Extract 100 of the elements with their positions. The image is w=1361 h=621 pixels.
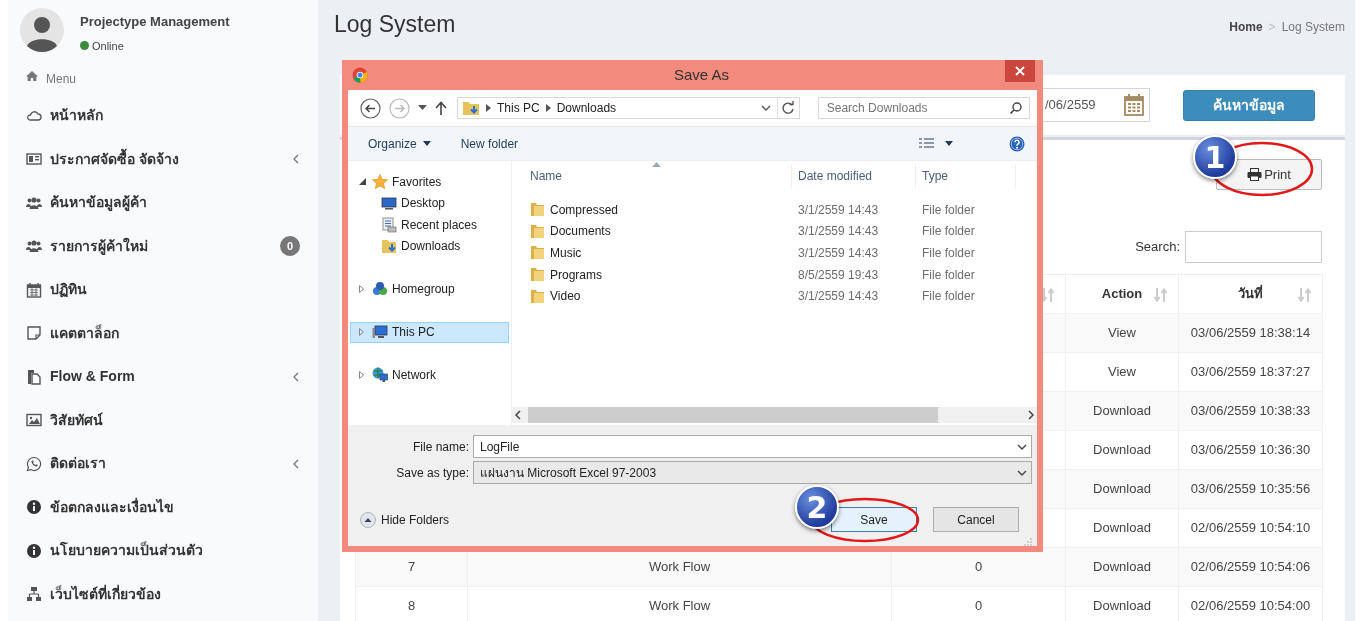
folder-icon [530,223,545,239]
folder-icon [530,267,545,283]
sidebar-item[interactable]: แคตตาล็อก [8,311,318,355]
address-segment[interactable]: Downloads [556,99,617,117]
tree-item[interactable]: Desktop [350,192,509,214]
table-cell: 03/06/2559 10:38:33 [1190,403,1311,419]
back-button[interactable] [360,97,381,119]
view-options-button[interactable] [919,137,953,150]
desktop-icon [381,195,397,212]
sort-icon [1154,287,1168,303]
scroll-right-icon [1025,410,1037,420]
sidebar-item-label: แคตตาล็อก [50,323,120,343]
sidebar-item-label: รายการผู้ค้าใหม่ [50,236,149,257]
file-name-field[interactable]: LogFile [473,435,1032,458]
table-cell: Download [1093,520,1151,536]
sidebar-item-label: ข้อตกลงและเงื่อนไข [50,496,175,517]
sidebar-item[interactable]: วิสัยทัศน์ [8,398,318,442]
expand-arrow-icon[interactable] [359,328,364,337]
breadcrumb-separator: > [1268,19,1276,36]
table-cell: 03/06/2559 10:36:30 [1190,442,1311,458]
recent-places-icon [381,216,397,233]
folder-icon [530,202,545,218]
address-bar[interactable]: This PC Downloads [457,97,800,119]
file-row[interactable]: Documents 3/1/2559 14:43 File folder [512,220,1037,243]
dropdown-icon[interactable] [760,105,771,111]
collapse-arrow-icon[interactable] [359,178,366,186]
table-cell: 03/06/2559 18:38:14 [1190,325,1311,341]
printer-icon [1247,168,1263,181]
avatar [20,8,64,52]
table-cell: View [1108,364,1136,380]
caret-icon [945,141,953,146]
search-field[interactable]: Search Downloads [817,97,1030,119]
sidebar-item[interactable]: รายการผู้ค้าใหม่ 0 [8,224,318,268]
sidebar-item[interactable]: ประกาศจัดซื้อ จัดจ้าง [8,137,318,181]
column-header[interactable]: วันที่ [1238,286,1263,302]
dialog-button[interactable]: Save [831,507,917,532]
search-field[interactable] [1185,231,1322,263]
scrollbar[interactable] [512,407,1037,423]
status-text: Online [92,38,124,54]
sidebar-item[interactable]: หน้าหลัก [8,94,318,138]
sidebar-item-label: ปฏิทิน [50,280,88,300]
column-header[interactable]: Type [922,167,948,185]
close-button[interactable] [1005,60,1035,82]
dropdown-icon [1017,469,1027,476]
help-icon[interactable] [1009,135,1025,152]
search-button[interactable]: ค้นหาข้อมูล [1183,89,1315,121]
sidebar-item[interactable]: ปฏิทิน [8,268,318,312]
table-cell: 03/06/2559 10:35:56 [1190,481,1311,497]
info-icon [26,542,42,559]
table-cell: 0 [974,598,983,614]
sidebar-item[interactable]: เว็บไซต์ที่เกี่ยวข้อง [8,572,318,616]
hide-folders-button[interactable]: Hide Folders [360,510,450,529]
address-segment[interactable]: This PC [497,99,540,117]
dropdown-icon [1017,443,1027,450]
up-arrow-icon[interactable] [435,101,447,115]
homegroup-icon [372,281,388,298]
tree-item[interactable]: Homegroup [350,278,509,300]
sitemap-icon [26,586,42,603]
scroll-left-icon [512,410,524,420]
column-header[interactable]: Date modified [798,167,873,185]
file-type-dropdown[interactable]: แผ่นงาน Microsoft Excel 97-2003 [473,461,1032,484]
tree-item[interactable]: Recent places [350,214,509,236]
network-icon [372,367,388,384]
column-header[interactable]: Action [1101,286,1143,302]
sidebar-item[interactable]: นโยบายความเป็นส่วนตัว [8,529,318,573]
sidebar-item[interactable]: ติดต่อเรา [8,442,318,486]
sidebar-item[interactable]: ค้นหาข้อมูลผู้ค้า [8,181,318,225]
table-cell: Download [1093,559,1151,575]
sidebar-item-label: ประกาศจัดซื้อ จัดจ้าง [50,148,180,169]
sidebar-item-label: ติดต่อเรา [50,454,107,474]
sidebar-item-label: เว็บไซต์ที่เกี่ยวข้อง [50,583,162,604]
toolbar-button[interactable]: New folder [460,134,519,153]
folder-icon [530,245,545,261]
tree-item[interactable]: This PC [350,321,509,343]
newspaper-icon [26,151,42,168]
sort-icon [1298,287,1312,303]
folder-icon [462,99,480,117]
search-label: Search: [1135,238,1180,257]
expand-arrow-icon[interactable] [359,285,364,294]
sidebar-item[interactable]: ข้อตกลงและเงื่อนไข [8,485,318,529]
tree-item[interactable]: Network [350,364,509,386]
download-folder-icon [381,238,397,255]
dialog-button[interactable]: Cancel [933,507,1019,532]
table-cell: Download [1093,442,1151,458]
toolbar-button[interactable]: Organize [368,134,431,153]
field-label: File name: [411,438,470,456]
sidebar-item[interactable]: Flow & Form [8,355,318,399]
sidebar-item-label: หน้าหลัก [50,106,104,126]
tree-item[interactable]: Favorites [350,171,509,193]
note-icon [26,325,42,342]
tree-item[interactable]: Downloads [350,235,509,257]
file-row[interactable]: Programs 8/5/2559 19:43 File folder [512,263,1037,286]
file-row[interactable]: Video 3/1/2559 14:43 File folder [512,285,1037,307]
recent-dropdown-icon[interactable] [418,105,427,111]
file-row[interactable]: Compressed 3/1/2559 14:43 File folder [512,199,1037,221]
column-header[interactable]: Name [530,167,562,185]
file-row[interactable]: Music 3/1/2559 14:43 File folder [512,242,1037,264]
breadcrumb-link[interactable]: Home [1229,18,1263,36]
expand-arrow-icon[interactable] [359,371,364,380]
dialog-title: Save As [672,64,730,85]
